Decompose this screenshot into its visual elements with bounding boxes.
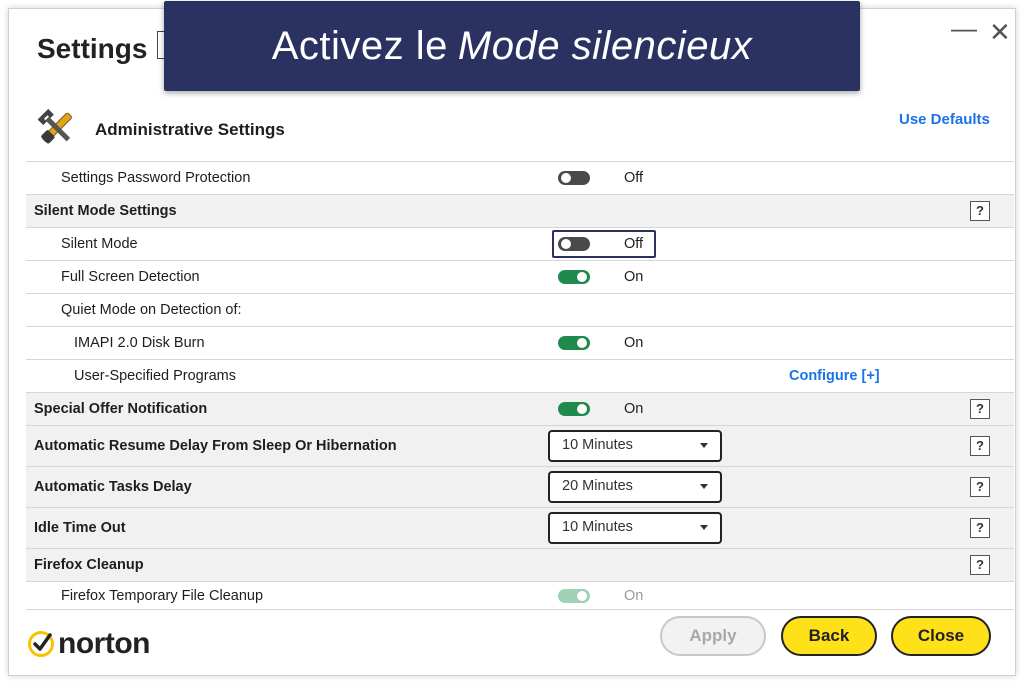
window-title: Settings (37, 33, 148, 64)
toggle-state: Off (624, 236, 644, 252)
idle-timeout-dropdown[interactable]: 10 Minutes (548, 512, 722, 544)
row-firefox-cleanup: Firefox Cleanup ? (26, 548, 1014, 581)
close-button[interactable]: Close (891, 616, 991, 656)
dropdown-value: 10 Minutes (562, 519, 633, 535)
dropdown-value: 20 Minutes (562, 478, 633, 494)
close-icon[interactable]: ✕ (989, 19, 1011, 45)
help-icon[interactable]: ? (970, 477, 990, 497)
configure-link[interactable]: Configure [+] (789, 368, 880, 384)
row-label: User-Specified Programs (74, 368, 236, 384)
row-quiet-mode-on: Quiet Mode on Detection of: (26, 293, 1014, 326)
chevron-down-icon (700, 484, 708, 489)
tools-icon (37, 108, 72, 144)
row-silent-mode-settings: Silent Mode Settings ? (26, 194, 1014, 227)
row-imapi-disk-burn: IMAPI 2.0 Disk Burn On (26, 326, 1014, 359)
chevron-down-icon (700, 525, 708, 530)
help-icon[interactable]: ? (970, 555, 990, 575)
row-idle-timeout: Idle Time Out 10 Minutes ? (26, 507, 1014, 548)
row-label: Settings Password Protection (61, 170, 251, 186)
tasks-delay-dropdown[interactable]: 20 Minutes (548, 471, 722, 503)
help-icon[interactable]: ? (970, 518, 990, 538)
row-full-screen-detection: Full Screen Detection On (26, 260, 1014, 293)
norton-check-icon (28, 631, 54, 657)
banner-text: Activez le (271, 23, 448, 68)
section-label: Silent Mode Settings (34, 203, 177, 219)
minimize-icon[interactable]: — (951, 15, 977, 41)
norton-logo: norton (27, 627, 150, 661)
special-offer-toggle[interactable] (558, 402, 590, 416)
section-label: Automatic Tasks Delay (34, 479, 192, 495)
row-firefox-temp-cleanup: Firefox Temporary File Cleanup On (26, 581, 1014, 610)
section-label: Special Offer Notification (34, 401, 208, 417)
section-label: Firefox Cleanup (34, 557, 144, 573)
row-tasks-delay: Automatic Tasks Delay 20 Minutes ? (26, 466, 1014, 507)
chevron-down-icon (700, 443, 708, 448)
section-label: Idle Time Out (34, 520, 126, 536)
row-label: Quiet Mode on Detection of: (61, 302, 242, 318)
toggle-state: On (624, 401, 644, 417)
logo-text: norton (58, 627, 150, 660)
toggle-state: On (624, 335, 644, 351)
settings-window: Settings — ✕ Administrative Settings Use… (8, 8, 1016, 676)
row-special-offer: Special Offer Notification On ? (26, 392, 1014, 425)
apply-button[interactable]: Apply (660, 616, 766, 656)
section-label: Automatic Resume Delay From Sleep Or Hib… (34, 438, 397, 454)
firefox-temp-cleanup-toggle[interactable] (558, 589, 590, 603)
help-icon[interactable]: ? (970, 201, 990, 221)
instruction-banner: Activez le Mode silencieux (164, 1, 860, 91)
use-defaults-link[interactable]: Use Defaults (899, 111, 990, 128)
banner-text-italic: Mode silencieux (457, 23, 753, 68)
dropdown-value: 10 Minutes (562, 437, 633, 453)
imapi-disk-burn-toggle[interactable] (558, 336, 590, 350)
row-label: IMAPI 2.0 Disk Burn (74, 335, 205, 351)
password-protection-toggle[interactable] (558, 171, 590, 185)
resume-delay-dropdown[interactable]: 10 Minutes (548, 430, 722, 462)
section-title: Administrative Settings (95, 120, 285, 139)
row-resume-delay: Automatic Resume Delay From Sleep Or Hib… (26, 425, 1014, 466)
row-silent-mode: Silent Mode Off (26, 227, 1014, 260)
help-icon[interactable]: ? (970, 436, 990, 456)
row-password-protection: Settings Password Protection Off (26, 161, 1014, 194)
row-label: Firefox Temporary File Cleanup (61, 588, 264, 604)
toggle-state: On (624, 269, 644, 285)
toggle-state: Off (624, 170, 644, 186)
row-label: Silent Mode (61, 236, 138, 252)
row-label: Full Screen Detection (61, 269, 200, 285)
back-button[interactable]: Back (781, 616, 877, 656)
help-icon[interactable]: ? (970, 399, 990, 419)
footer-divider (26, 609, 1014, 610)
full-screen-detection-toggle[interactable] (558, 270, 590, 284)
row-user-programs: User-Specified Programs Configure [+] (26, 359, 1014, 392)
silent-mode-toggle[interactable] (558, 237, 590, 251)
toggle-state: On (624, 588, 644, 604)
